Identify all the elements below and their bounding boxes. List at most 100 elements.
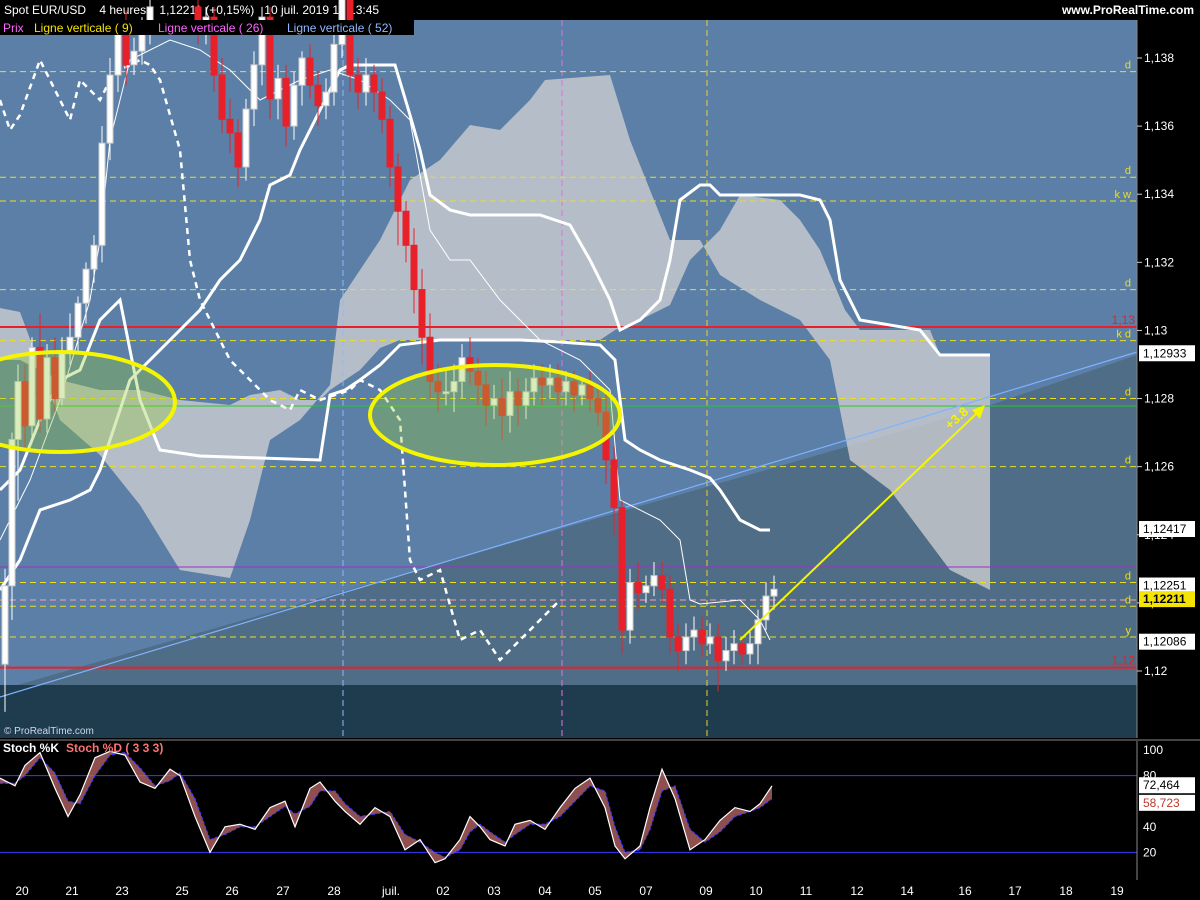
candle [418,289,426,338]
candle [690,629,698,638]
price-tick-label-4: 1,13 [1144,323,1168,337]
candle [322,91,330,107]
candle [642,585,650,594]
stoch-k-badge: 72,464 [1143,778,1180,792]
candle [218,74,226,120]
candle [770,588,778,597]
time-label-9: 03 [487,884,501,898]
level-label-5: d [1125,387,1131,399]
level-label-3: d [1125,278,1131,290]
candle [650,575,658,587]
price-tick-label-9: 1,12 [1144,664,1168,678]
time-label-10: 04 [538,884,552,898]
candle [386,118,394,168]
candle [250,64,258,110]
candle [282,77,290,127]
candle [330,43,338,93]
candle [618,507,626,631]
candle [666,588,674,638]
candle [658,575,666,590]
candle [354,74,362,93]
candle [394,166,402,212]
level-label-6: d [1125,455,1131,467]
stoch-panel [0,740,1137,880]
time-label-2: 23 [115,884,129,898]
stoch-d-badge: 58,723 [1143,796,1180,810]
candle [682,636,690,652]
price-tick-label-3: 1,132 [1144,255,1174,269]
time-label-8: 02 [436,884,450,898]
candle [346,0,354,76]
candle [314,84,322,107]
time-label-18: 16 [958,884,972,898]
candle [634,581,642,594]
candle [738,643,746,655]
watermark: © ProRealTime.com [4,726,94,737]
candle [298,57,306,86]
level-label-2: k w [1115,189,1132,201]
price-tick-label-5: 1,128 [1144,392,1174,406]
legend-prix: Prix [3,21,24,35]
candle [242,108,250,168]
time-label-20: 18 [1059,884,1073,898]
stoch-d-label: Stoch %D ( 3 3 3) [66,741,163,755]
price-tick-label-6: 1,126 [1144,460,1174,474]
candle [698,629,706,645]
price-tick-label-2: 1,134 [1144,187,1174,201]
candle [610,459,618,509]
bottom-band [0,685,1137,738]
candle [98,142,106,246]
red-level-label-1: 1,12 [1112,654,1136,668]
time-label-14: 10 [749,884,763,898]
candle [234,132,242,168]
candle [226,118,234,134]
price-chart[interactable]: ddk wdk dddddy1,131,12+3.81,1381,1361,13… [0,0,1200,900]
time-label-6: 28 [327,884,341,898]
time-label-11: 05 [588,884,602,898]
candle [626,581,634,631]
candle [1,585,9,665]
candle [674,636,682,652]
time-label-12: 07 [639,884,653,898]
candle [370,74,378,93]
level-label-9: y [1126,625,1132,637]
level-label-7: d [1125,570,1131,582]
stoch-tick-4: 20 [1143,845,1157,859]
stoch-tick-0: 100 [1143,743,1163,757]
time-label-16: 12 [850,884,864,898]
time-label-13: 09 [699,884,713,898]
candle [706,636,714,645]
level-label-4: k d [1116,329,1131,341]
candle [274,77,282,100]
candle [362,74,370,93]
price-tick-label-1: 1,136 [1144,119,1174,133]
legend-v9: Ligne verticale ( 9) [34,21,133,35]
time-label-19: 17 [1008,884,1022,898]
legend-v26: Ligne verticale ( 26) [158,21,263,35]
stoch-tick-3: 40 [1143,820,1157,834]
candle [730,643,738,652]
level-label-0: d [1125,60,1131,72]
time-label-15: 11 [800,884,813,898]
candle [106,74,114,144]
price-badge-1: 1,12417 [1143,522,1187,536]
ellipse-zone-center [368,363,622,467]
candle [90,244,98,270]
candle [74,302,82,338]
price-badge-2: 1,12251 [1143,579,1187,593]
candle [290,84,298,127]
candle [122,30,130,66]
price-badge-3: 1,12211 [1143,592,1186,606]
candle [722,650,730,662]
time-label-7: juil. [381,884,400,898]
time-label-17: 14 [900,884,914,898]
candle [66,336,74,352]
price-badge-0: 1,12933 [1143,346,1187,360]
candle [130,50,138,66]
time-label-21: 19 [1110,884,1124,898]
time-label-3: 25 [175,884,189,898]
red-level-label-0: 1,13 [1112,313,1136,327]
candle [8,438,16,587]
price-badge-4: 1,12086 [1143,635,1187,649]
candle [714,636,722,662]
